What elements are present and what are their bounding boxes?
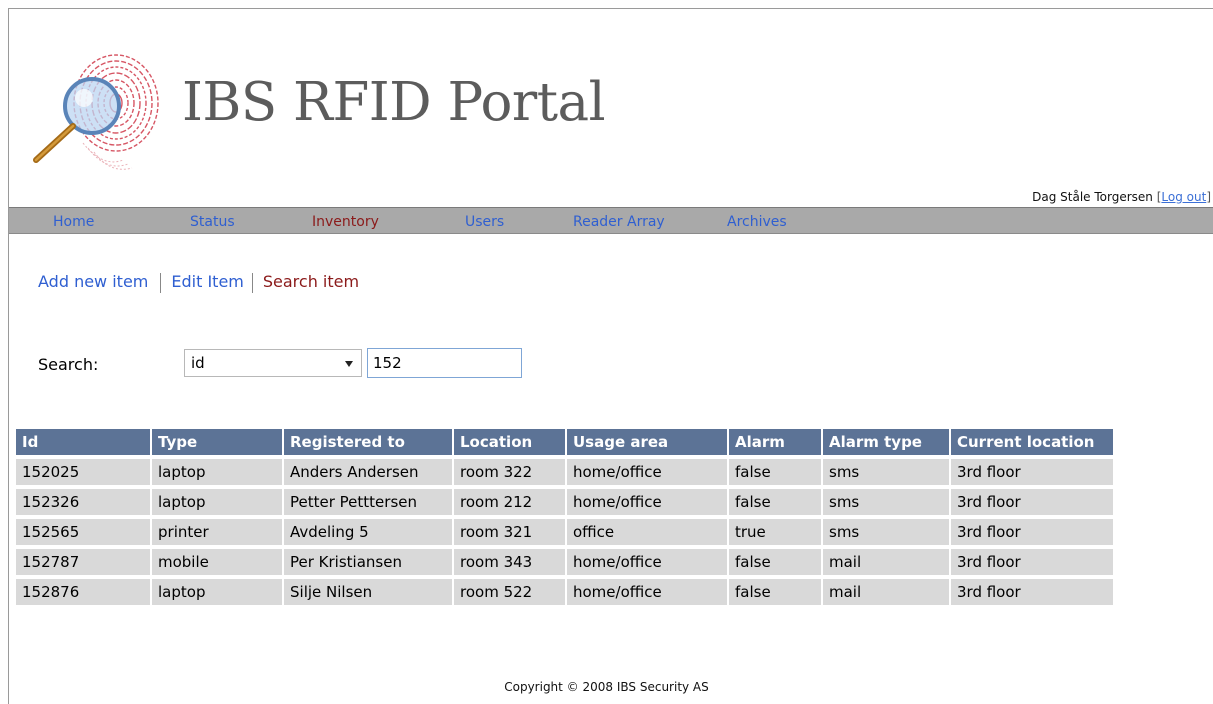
- table-cell: printer: [152, 519, 284, 545]
- nav-home[interactable]: Home: [53, 214, 94, 230]
- table-cell: Per Kristiansen: [284, 549, 454, 575]
- user-box: Dag Ståle Torgersen [Log out]: [1032, 190, 1211, 204]
- table-cell: false: [729, 579, 823, 605]
- inventory-subnav: Add new item Edit Item Search item: [38, 272, 359, 293]
- table-cell: mobile: [152, 549, 284, 575]
- table-row[interactable]: 152025 laptop Anders Andersen room 322 h…: [16, 459, 1115, 485]
- nav-status[interactable]: Status: [190, 214, 235, 230]
- nav-archives[interactable]: Archives: [727, 214, 787, 230]
- footer-copyright: Copyright © 2008 IBS Security AS: [504, 680, 709, 694]
- column-header[interactable]: Registered to: [284, 429, 454, 455]
- table-cell: room 212: [454, 489, 567, 515]
- table-cell: room 522: [454, 579, 567, 605]
- table-cell: mail: [823, 579, 951, 605]
- table-row[interactable]: 152565 printer Avdeling 5 room 321 offic…: [16, 519, 1115, 545]
- main-nav: Home Status Inventory Users Reader Array…: [9, 207, 1213, 234]
- table-cell: mail: [823, 549, 951, 575]
- table-cell: 152025: [16, 459, 152, 485]
- table-cell: 152565: [16, 519, 152, 545]
- table-row[interactable]: 152787 mobile Per Kristiansen room 343 h…: [16, 549, 1115, 575]
- table-cell: false: [729, 549, 823, 575]
- logout-link[interactable]: Log out: [1161, 190, 1206, 204]
- table-cell: laptop: [152, 579, 284, 605]
- table-cell: room 321: [454, 519, 567, 545]
- subnav-divider: [160, 272, 162, 293]
- table-cell: true: [729, 519, 823, 545]
- table-cell: false: [729, 459, 823, 485]
- search-item-link[interactable]: Search item: [263, 272, 359, 291]
- column-header[interactable]: Alarm: [729, 429, 823, 455]
- table-header-row: Id Type Registered to Location Usage are…: [16, 429, 1115, 455]
- search-input[interactable]: [367, 348, 522, 378]
- table-cell: 152326: [16, 489, 152, 515]
- table-cell: laptop: [152, 459, 284, 485]
- fingerprint-magnifier-logo: [33, 54, 159, 170]
- nav-users[interactable]: Users: [465, 214, 504, 230]
- table-row[interactable]: 152876 laptop Silje Nilsen room 522 home…: [16, 579, 1115, 605]
- edit-item-link[interactable]: Edit Item: [171, 272, 244, 291]
- column-header[interactable]: Type: [152, 429, 284, 455]
- nav-inventory[interactable]: Inventory: [312, 214, 379, 230]
- table-cell: 3rd floor: [951, 579, 1115, 605]
- search-label: Search:: [38, 355, 99, 374]
- table-cell: room 343: [454, 549, 567, 575]
- user-name: Dag Ståle Torgersen: [1032, 190, 1153, 204]
- search-field-value: id: [191, 354, 205, 372]
- table-cell: sms: [823, 489, 951, 515]
- results-table: Id Type Registered to Location Usage are…: [16, 425, 1115, 609]
- table-cell: office: [567, 519, 729, 545]
- table-cell: 3rd floor: [951, 489, 1115, 515]
- table-row[interactable]: 152326 laptop Petter Petttersen room 212…: [16, 489, 1115, 515]
- site-title: IBS RFID Portal: [182, 72, 606, 133]
- table-cell: sms: [823, 519, 951, 545]
- column-header[interactable]: Location: [454, 429, 567, 455]
- table-cell: Avdeling 5: [284, 519, 454, 545]
- table-cell: 3rd floor: [951, 549, 1115, 575]
- table-cell: false: [729, 489, 823, 515]
- table-cell: laptop: [152, 489, 284, 515]
- table-cell: home/office: [567, 549, 729, 575]
- table-cell: 152787: [16, 549, 152, 575]
- bracket-close: ]: [1206, 190, 1211, 204]
- column-header[interactable]: Alarm type: [823, 429, 951, 455]
- table-cell: Anders Andersen: [284, 459, 454, 485]
- table-cell: 152876: [16, 579, 152, 605]
- table-cell: home/office: [567, 459, 729, 485]
- table-cell: home/office: [567, 489, 729, 515]
- column-header[interactable]: Usage area: [567, 429, 729, 455]
- table-cell: room 322: [454, 459, 567, 485]
- chevron-down-icon[interactable]: [345, 361, 353, 367]
- add-new-item-link[interactable]: Add new item: [38, 272, 148, 291]
- table-cell: home/office: [567, 579, 729, 605]
- table-cell: 3rd floor: [951, 459, 1115, 485]
- subnav-divider: [251, 272, 253, 293]
- search-field-select[interactable]: id: [184, 349, 362, 377]
- column-header[interactable]: Current location: [951, 429, 1115, 455]
- table-cell: 3rd floor: [951, 519, 1115, 545]
- table-cell: Petter Petttersen: [284, 489, 454, 515]
- table-cell: Silje Nilsen: [284, 579, 454, 605]
- column-header[interactable]: Id: [16, 429, 152, 455]
- nav-reader-array[interactable]: Reader Array: [573, 214, 665, 230]
- table-cell: sms: [823, 459, 951, 485]
